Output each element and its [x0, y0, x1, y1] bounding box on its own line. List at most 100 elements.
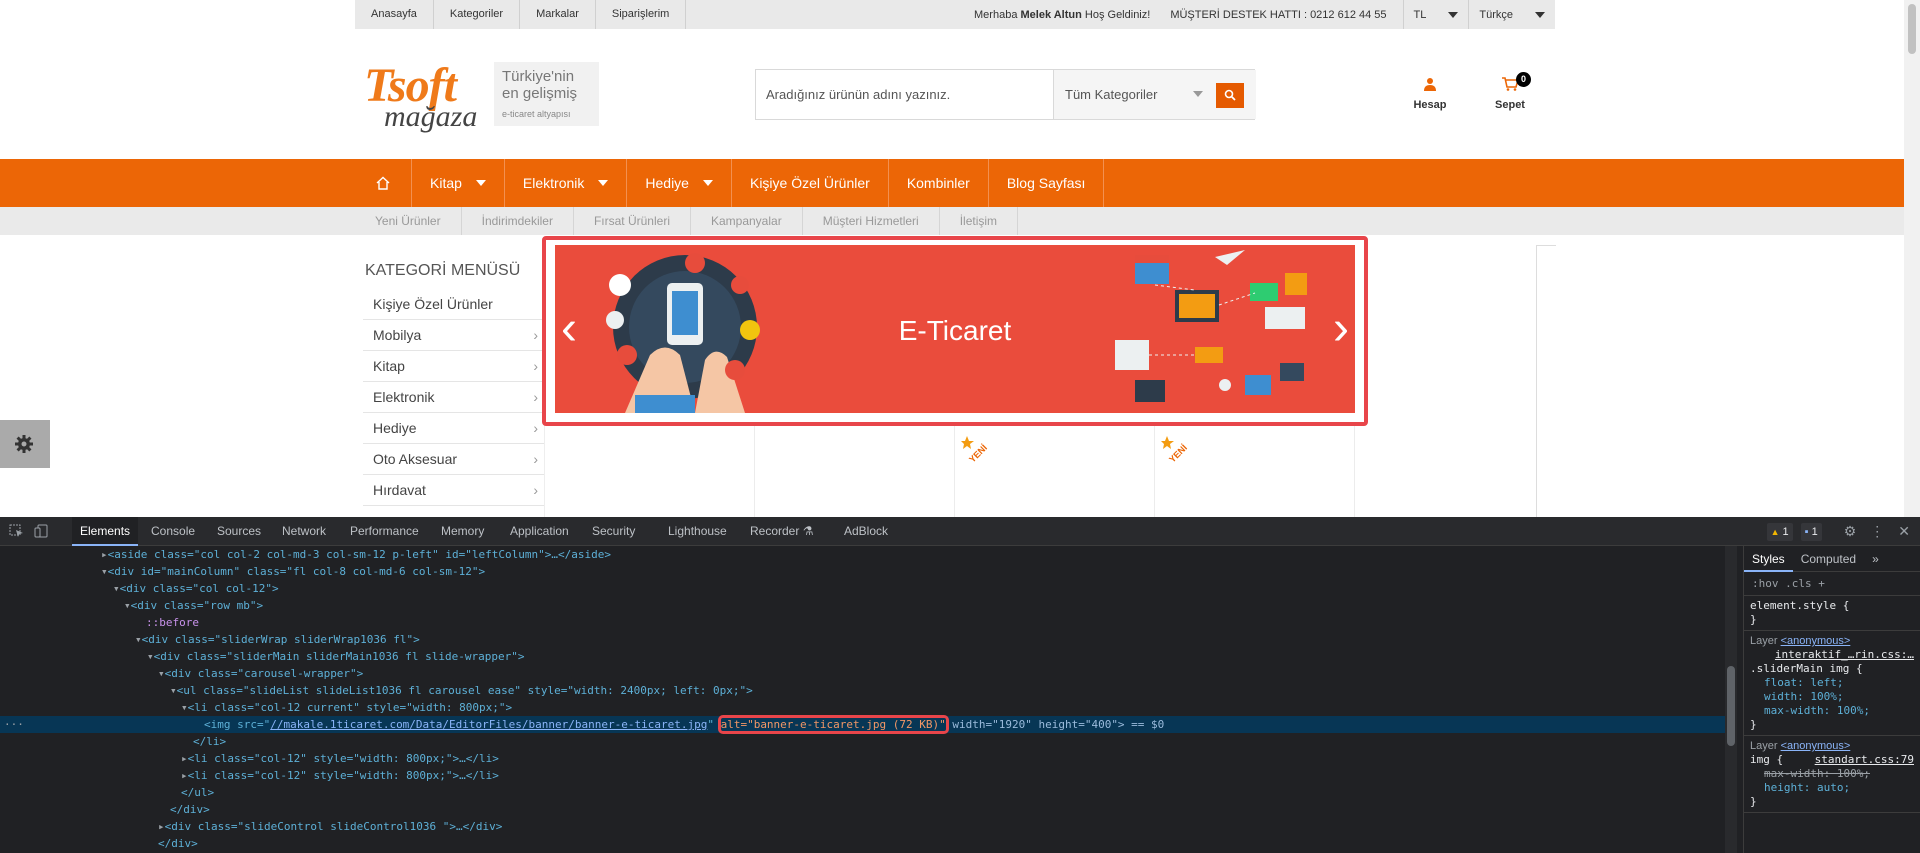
tab-security[interactable]: Security	[584, 517, 643, 546]
tab-application[interactable]: Application	[502, 517, 577, 546]
tab-adblock[interactable]: AdBlock	[836, 517, 896, 546]
product-card[interactable]: YENİ	[1155, 426, 1355, 517]
account-link[interactable]: Hesap	[1400, 73, 1460, 111]
device-toolbar-icon[interactable]	[34, 524, 49, 538]
category-item[interactable]: Kişiye Özel Ürünler	[363, 289, 544, 320]
settings-toggle[interactable]	[0, 420, 50, 468]
chevron-down-icon[interactable]	[598, 180, 609, 186]
nav-item-kombinler[interactable]: Kombinler	[889, 159, 989, 207]
collapse-triangle-icon[interactable]: ▾	[170, 684, 177, 697]
dom-node[interactable]: ▾<div class="sliderWrap sliderWrap1036 f…	[0, 631, 1725, 648]
search-button[interactable]	[1216, 83, 1244, 108]
subnav-deals[interactable]: Fırsat Ürünleri	[574, 207, 691, 235]
gear-icon[interactable]: ⚙	[1844, 523, 1857, 540]
nav-item-blog[interactable]: Blog Sayfası	[989, 159, 1105, 207]
nav-home[interactable]	[355, 159, 412, 207]
category-item[interactable]: Kitap ›	[363, 351, 544, 382]
tab-performance[interactable]: Performance	[342, 517, 427, 546]
top-link-home[interactable]: Anasayfa	[355, 0, 434, 29]
css-rule[interactable]: Layer <anonymous> img {standart.css:79 m…	[1744, 736, 1920, 813]
close-icon[interactable]: ✕	[1898, 523, 1910, 540]
collapse-triangle-icon[interactable]: ▾	[101, 565, 108, 578]
dom-node[interactable]: ▾<div id="mainColumn" class="fl col-8 co…	[0, 563, 1725, 580]
expand-triangle-icon[interactable]: ▸	[181, 769, 188, 782]
page-scrollbar[interactable]	[1904, 0, 1920, 517]
product-card[interactable]	[755, 426, 955, 517]
tab-sources[interactable]: Sources	[209, 517, 269, 546]
tab-memory[interactable]: Memory	[433, 517, 492, 546]
dom-node[interactable]: </div>	[0, 835, 1725, 852]
nav-item-elektronik[interactable]: Elektronik	[505, 159, 628, 207]
subnav-contact[interactable]: İletişim	[940, 207, 1019, 235]
category-item[interactable]: Hırdavat ›	[363, 475, 544, 506]
dom-node[interactable]: ▾<div class="carousel-wrapper">	[0, 665, 1725, 682]
tab-styles[interactable]: Styles	[1744, 546, 1793, 572]
nav-item-kisiye-ozel[interactable]: Kişiye Özel Ürünler	[732, 159, 889, 207]
currency-select[interactable]: TL	[1402, 0, 1469, 29]
category-item[interactable]: Elektronik ›	[363, 382, 544, 413]
subnav-new[interactable]: Yeni Ürünler	[355, 207, 462, 235]
top-link-brands[interactable]: Markalar	[520, 0, 596, 29]
dom-node[interactable]: ▾<div class="row mb">	[0, 597, 1725, 614]
more-tabs-icon[interactable]: »	[1864, 546, 1887, 572]
tab-lighthouse[interactable]: Lighthouse	[660, 517, 735, 546]
search-input[interactable]	[756, 70, 1054, 119]
subnav-campaigns[interactable]: Kampanyalar	[691, 207, 803, 235]
layer-name-link[interactable]: <anonymous>	[1781, 740, 1851, 752]
collapse-triangle-icon[interactable]: ▾	[135, 633, 142, 646]
language-select[interactable]: Türkçe	[1468, 0, 1555, 29]
dom-node[interactable]: </li>	[0, 733, 1725, 750]
collapse-triangle-icon[interactable]: ▾	[124, 599, 131, 612]
category-item[interactable]: Hediye ›	[363, 413, 544, 444]
category-item[interactable]: Oto Aksesuar ›	[363, 444, 544, 475]
css-property[interactable]: height: auto;	[1764, 781, 1914, 795]
css-property[interactable]: width: 100%;	[1764, 690, 1914, 704]
dom-node[interactable]: ▾<div class="sliderMain sliderMain1036 f…	[0, 648, 1725, 665]
dom-node[interactable]: </div>	[0, 801, 1725, 818]
chevron-down-icon[interactable]	[702, 180, 713, 186]
tab-network[interactable]: Network	[274, 517, 334, 546]
subnav-customer-service[interactable]: Müşteri Hizmetleri	[803, 207, 940, 235]
css-rule[interactable]: Layer <anonymous> interaktif_…rin.css:… …	[1744, 631, 1920, 736]
chevron-down-icon[interactable]	[475, 180, 486, 186]
category-item[interactable]: Mobilya ›	[363, 320, 544, 351]
tab-computed[interactable]: Computed	[1793, 546, 1864, 572]
subnav-discounts[interactable]: İndirimdekiler	[462, 207, 574, 235]
tab-elements[interactable]: Elements	[72, 517, 139, 546]
filter-toggles[interactable]: :hov .cls +	[1752, 577, 1825, 590]
dom-node[interactable]: ▾<div class="col col-12">	[0, 580, 1725, 597]
dom-node[interactable]: ▸<div class="slideControl slideControl10…	[0, 818, 1725, 835]
tab-recorder[interactable]: Recorder ⚗	[742, 517, 821, 546]
product-card[interactable]: YENİ	[955, 426, 1155, 517]
dom-tree-scrollbar[interactable]	[1725, 546, 1737, 853]
scrollbar-thumb[interactable]	[1908, 4, 1916, 54]
product-card[interactable]	[555, 426, 755, 517]
stylesheet-link[interactable]: interaktif_…rin.css:…	[1775, 648, 1914, 662]
collapse-triangle-icon[interactable]: ▾	[181, 701, 188, 714]
css-property[interactable]: float: left;	[1764, 676, 1914, 690]
dom-node[interactable]: </ul>	[0, 784, 1725, 801]
stylesheet-link[interactable]: standart.css:79	[1815, 753, 1914, 767]
collapse-triangle-icon[interactable]: ▾	[158, 667, 165, 680]
dom-node[interactable]: ▸<aside class="col col-2 col-md-3 col-sm…	[0, 546, 1725, 563]
inspect-element-icon[interactable]	[9, 524, 24, 538]
dom-node[interactable]: ▾<li class="col-12 current" style="width…	[0, 699, 1725, 716]
expand-triangle-icon[interactable]: ▸	[181, 752, 188, 765]
more-icon[interactable]: ···	[4, 716, 24, 733]
css-property[interactable]: max-width: 100%;	[1764, 704, 1914, 718]
expand-triangle-icon[interactable]: ▸	[101, 548, 108, 561]
img-src-link[interactable]: //makale.1ticaret.com/Data/EditorFiles/b…	[270, 718, 707, 731]
css-property-overridden[interactable]: max-width: 100%;	[1764, 767, 1914, 781]
tab-console[interactable]: Console	[143, 517, 203, 546]
styles-filter-bar[interactable]: :hov .cls +	[1744, 572, 1920, 596]
collapse-triangle-icon[interactable]: ▾	[113, 582, 120, 595]
top-link-categories[interactable]: Kategoriler	[434, 0, 521, 29]
element-style-rule[interactable]: element.style {}	[1744, 596, 1920, 631]
nav-item-hediye[interactable]: Hediye	[627, 159, 732, 207]
site-logo[interactable]: Tsoft mağaza Türkiye'nin en gelişmiş e-ti…	[364, 59, 604, 133]
dom-node[interactable]: ▾<ul class="slideList slideList1036 fl c…	[0, 682, 1725, 699]
more-options-icon[interactable]: ⋮	[1870, 523, 1884, 540]
warnings-counter[interactable]: 1	[1766, 522, 1793, 541]
cart-link[interactable]: 0 Sepet	[1480, 72, 1540, 111]
layer-name-link[interactable]: <anonymous>	[1781, 635, 1851, 647]
